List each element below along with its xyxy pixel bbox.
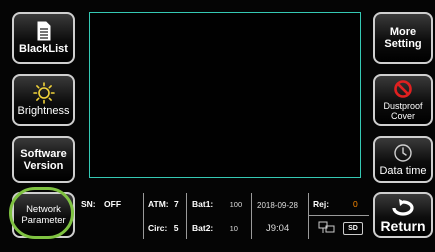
return-arrow-icon [390,197,416,217]
rej-value: 0 [353,199,358,209]
highlight-circle [9,187,74,239]
bat2-label: Bat2: [192,223,214,233]
software-version-button[interactable]: Software Version [12,136,75,183]
no-entry-icon [393,79,413,99]
brightness-label: Brightness [17,105,70,117]
bat1-label: Bat1: [192,199,214,209]
more-setting-button[interactable]: More Setting [373,12,433,64]
circ-label: Circ: [148,223,168,233]
display-area [89,12,361,178]
sn-label: SN: [81,199,96,209]
sn-value: OFF [104,199,122,209]
more-setting-label: More Setting [384,26,422,50]
circ-status: Circ: 5 [148,223,178,233]
status-divider [251,193,252,239]
document-icon [37,21,51,41]
sn-status: SN: OFF [81,199,121,209]
status-divider [143,193,144,239]
atm-status: ATM: 7 [148,199,179,209]
data-time-button[interactable]: Data time [373,136,433,183]
atm-value: 7 [174,199,179,209]
rej-status: Rej: [313,199,329,209]
brightness-button[interactable]: Brightness [12,74,75,126]
return-button[interactable]: Return [373,192,433,238]
data-time-label: Data time [379,164,427,177]
status-divider [309,215,369,216]
bat2-value: 10 [229,224,238,233]
dustproof-cover-button[interactable]: Dustproof Cover [373,74,433,126]
network-icon [318,221,336,236]
date-display: 2018-09-28 [257,201,298,210]
clock-icon [393,143,413,163]
rej-label: Rej: [313,199,330,209]
atm-label: ATM: [148,199,169,209]
dustproof-cover-label: Dustproof Cover [383,101,423,121]
blacklist-button[interactable]: BlackList [12,12,75,64]
return-label: Return [380,218,426,234]
sd-card-icon: SD [343,222,363,235]
blacklist-label: BlackList [19,43,68,55]
sun-icon [32,82,55,104]
status-divider [186,193,187,239]
bat1-status: Bat1: 100 [192,199,242,209]
time-display: J9:04 [266,223,290,234]
bat1-value: 100 [229,200,243,209]
circ-value: 5 [173,223,179,233]
status-divider [308,193,309,239]
software-version-label: Software Version [20,147,67,172]
bat2-status: Bat2: 10 [192,223,238,233]
